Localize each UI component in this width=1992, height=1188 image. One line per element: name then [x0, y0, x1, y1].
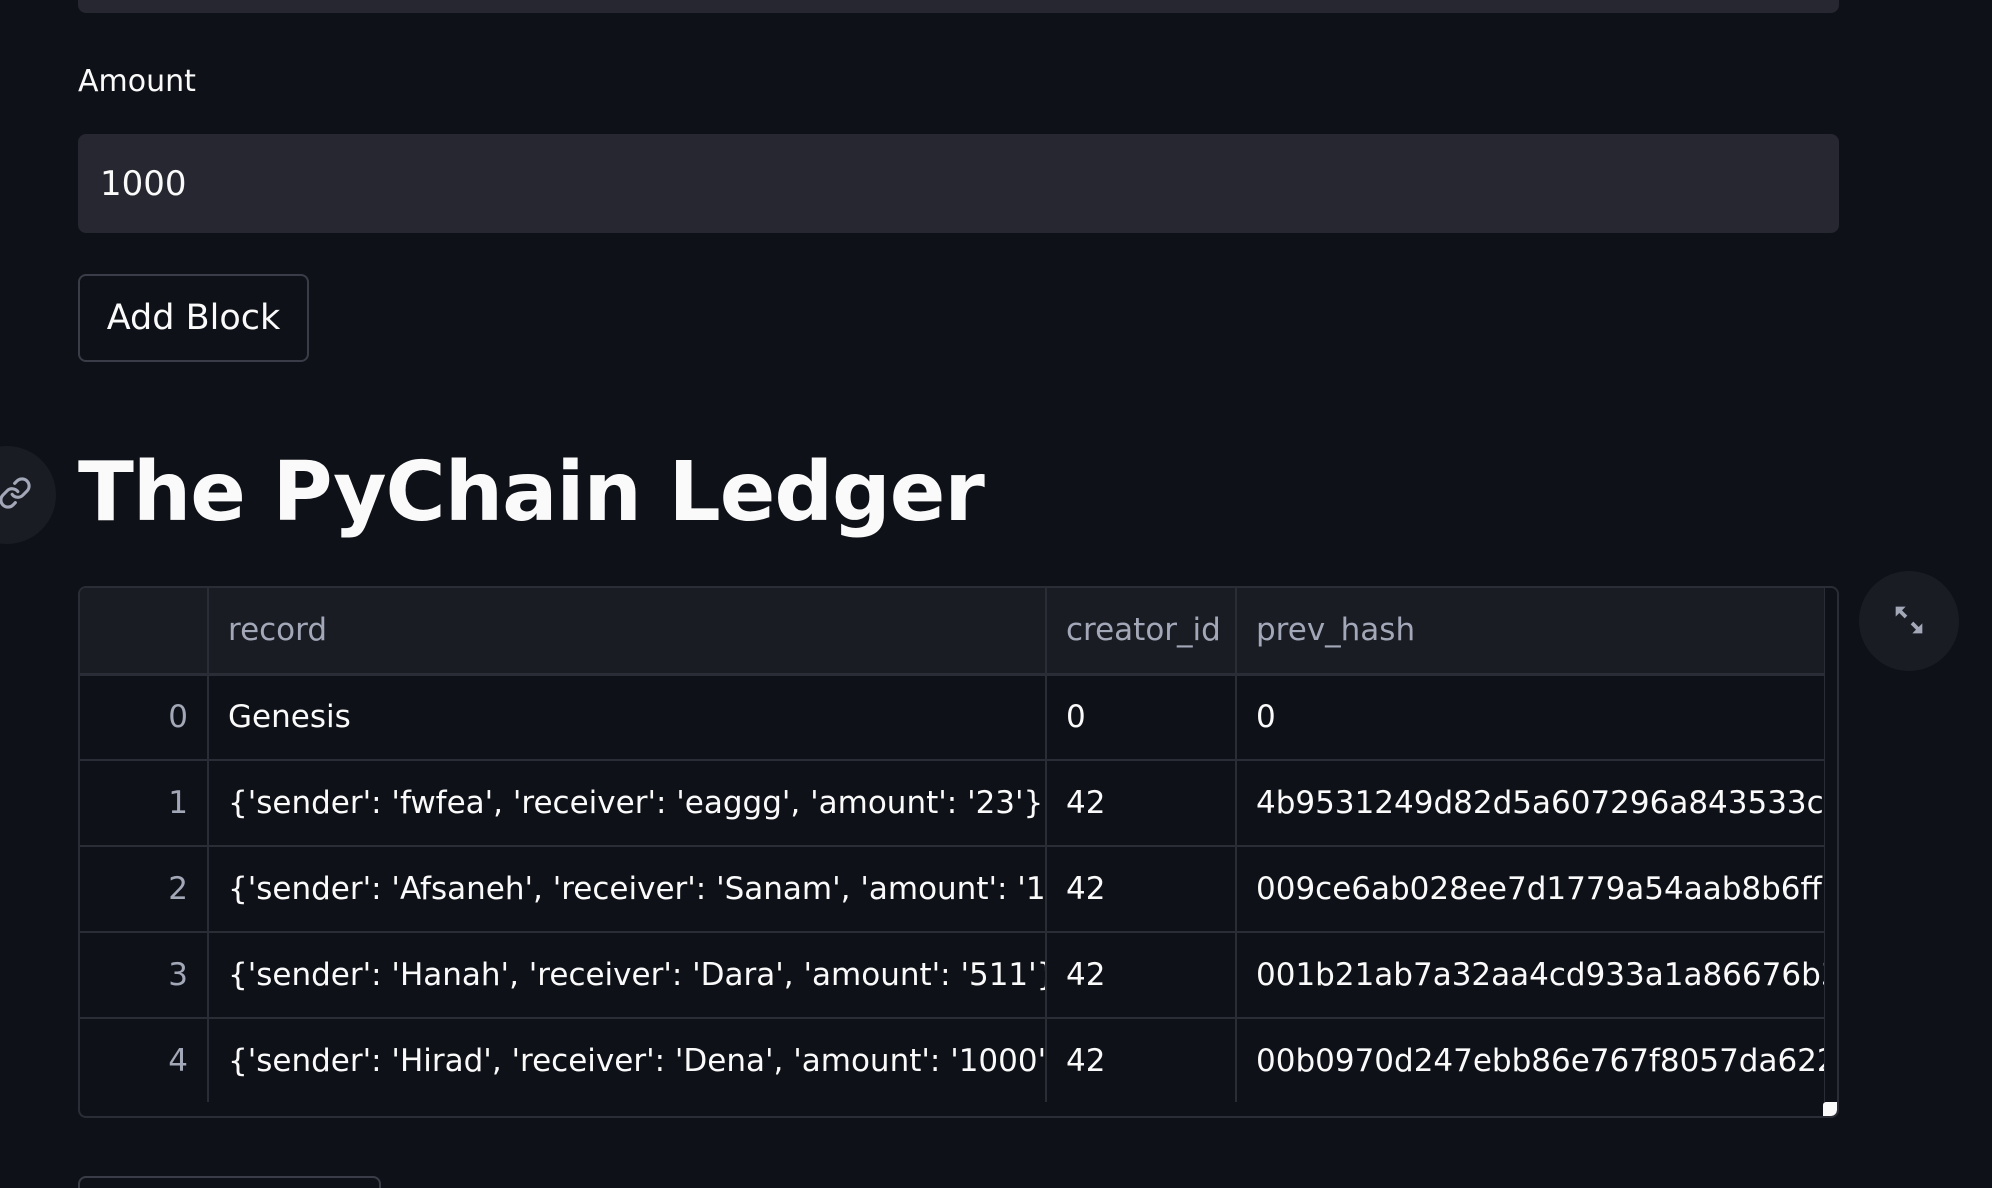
column-header-prev-hash[interactable]: prev_hash	[1236, 588, 1825, 676]
expand-icon	[1889, 600, 1929, 643]
fullscreen-button[interactable]	[1859, 571, 1959, 671]
row-index-cell[interactable]: 4	[80, 1018, 209, 1102]
creator-id-cell[interactable]: 42	[1046, 1018, 1237, 1102]
prev-hash-cell[interactable]: 4b9531249d82d5a607296a843533cc571	[1236, 760, 1825, 847]
amount-input[interactable]	[78, 134, 1839, 233]
table-row: 3 {'sender': 'Hanah', 'receiver': 'Dara'…	[80, 932, 1825, 1019]
next-button-partial[interactable]	[78, 1176, 381, 1188]
previous-input-field[interactable]	[78, 0, 1839, 13]
row-index-cell[interactable]: 0	[80, 674, 209, 761]
table-row: 0 Genesis 0 0	[80, 674, 1825, 761]
row-index-cell[interactable]: 3	[80, 932, 209, 1019]
prev-hash-cell[interactable]: 00b0970d247ebb86e767f8057da622099	[1236, 1018, 1825, 1102]
record-cell[interactable]: {'sender': 'Hanah', 'receiver': 'Dara', …	[208, 932, 1047, 1019]
table-header-row: record creator_id prev_hash	[80, 588, 1825, 676]
header-anchor-link[interactable]	[0, 446, 56, 544]
table-resize-handle[interactable]	[1823, 1102, 1837, 1116]
creator-id-cell[interactable]: 42	[1046, 760, 1237, 847]
table-row: 4 {'sender': 'Hirad', 'receiver': 'Dena'…	[80, 1018, 1825, 1102]
amount-label: Amount	[78, 64, 196, 99]
record-cell[interactable]: {'sender': 'fwfea', 'receiver': 'eaggg',…	[208, 760, 1047, 847]
ledger-table[interactable]: record creator_id prev_hash 0 Genesis 0 …	[78, 586, 1839, 1118]
add-block-button[interactable]: Add Block	[78, 274, 309, 362]
row-index-cell[interactable]: 1	[80, 760, 209, 847]
record-cell[interactable]: {'sender': 'Afsaneh', 'receiver': 'Sanam…	[208, 846, 1047, 933]
column-header-record[interactable]: record	[208, 588, 1047, 676]
creator-id-cell[interactable]: 0	[1046, 674, 1237, 761]
prev-hash-cell[interactable]: 001b21ab7a32aa4cd933a1a86676b3c65	[1236, 932, 1825, 1019]
column-header-creator-id[interactable]: creator_id	[1046, 588, 1237, 676]
row-index-cell[interactable]: 2	[80, 846, 209, 933]
column-header-index[interactable]	[80, 588, 209, 676]
creator-id-cell[interactable]: 42	[1046, 846, 1237, 933]
table-row: 2 {'sender': 'Afsaneh', 'receiver': 'San…	[80, 846, 1825, 933]
app-page: Amount Add Block The PyChain Ledger reco…	[0, 0, 1992, 1188]
link-icon	[0, 476, 32, 514]
record-cell[interactable]: Genesis	[208, 674, 1047, 761]
prev-hash-cell[interactable]: 009ce6ab028ee7d1779a54aab8b6ff31c	[1236, 846, 1825, 933]
table-row: 1 {'sender': 'fwfea', 'receiver': 'eaggg…	[80, 760, 1825, 847]
prev-hash-cell[interactable]: 0	[1236, 674, 1825, 761]
ledger-table-viewport[interactable]: record creator_id prev_hash 0 Genesis 0 …	[80, 588, 1825, 1102]
page-title: The PyChain Ledger	[78, 445, 985, 540]
creator-id-cell[interactable]: 42	[1046, 932, 1237, 1019]
record-cell[interactable]: {'sender': 'Hirad', 'receiver': 'Dena', …	[208, 1018, 1047, 1102]
ledger-grid: record creator_id prev_hash 0 Genesis 0 …	[80, 588, 1825, 1102]
